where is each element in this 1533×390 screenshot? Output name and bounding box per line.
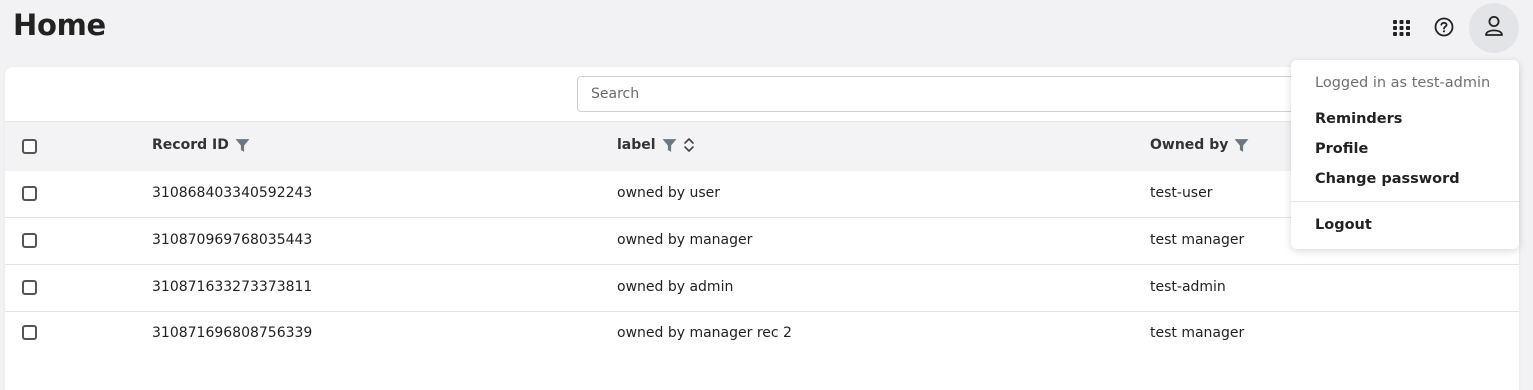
filter-icon[interactable] [1234,138,1249,153]
owned-by-cell: test-admin [1150,279,1226,295]
filter-icon[interactable] [662,138,677,153]
sort-icon[interactable] [683,137,695,153]
column-label: Record ID [152,137,229,153]
menu-item-reminders[interactable]: Reminders [1315,111,1402,127]
owned-by-cell: test-user [1150,185,1213,201]
column-header-owned-by: Owned by [1150,137,1249,153]
record-id-cell: 310868403340592243 [152,185,313,201]
user-icon [1484,15,1504,41]
apps-grid-icon[interactable] [1388,14,1414,40]
row-checkbox[interactable] [22,233,37,248]
record-id-cell: 310870969768035443 [152,232,313,248]
row-checkbox[interactable] [22,280,37,295]
page-title: Home [13,8,106,42]
row-checkbox[interactable] [22,325,37,340]
table-row[interactable]: 310871696808756339 owned by manager rec … [5,312,1519,359]
filter-icon[interactable] [235,138,250,153]
label-cell: owned by manager [617,232,753,248]
owned-by-cell: test manager [1150,232,1245,248]
table-row[interactable]: 310871633273373811 owned by admin test-a… [5,265,1519,312]
column-label: label [617,137,656,153]
user-dropdown-menu: Logged in as test-admin Reminders Profil… [1291,60,1519,249]
menu-divider [1291,201,1519,202]
menu-item-change-password[interactable]: Change password [1315,171,1460,187]
help-circle-icon[interactable] [1431,14,1457,40]
user-menu-button[interactable] [1469,3,1519,53]
column-label: Owned by [1150,137,1229,153]
owned-by-cell: test manager [1150,325,1245,341]
label-cell: owned by user [617,185,720,201]
column-header-record-id: Record ID [152,137,250,153]
label-cell: owned by manager rec 2 [617,325,792,341]
record-id-cell: 310871696808756339 [152,325,313,341]
logged-in-as-label: Logged in as test-admin [1315,75,1491,91]
record-id-cell: 310871633273373811 [152,279,313,295]
column-header-label: label [617,137,695,153]
menu-item-profile[interactable]: Profile [1315,141,1368,157]
row-checkbox[interactable] [22,186,37,201]
label-cell: owned by admin [617,279,734,295]
menu-item-logout[interactable]: Logout [1315,217,1372,233]
search-input[interactable] [577,76,1337,112]
select-all-checkbox[interactable] [22,139,37,154]
